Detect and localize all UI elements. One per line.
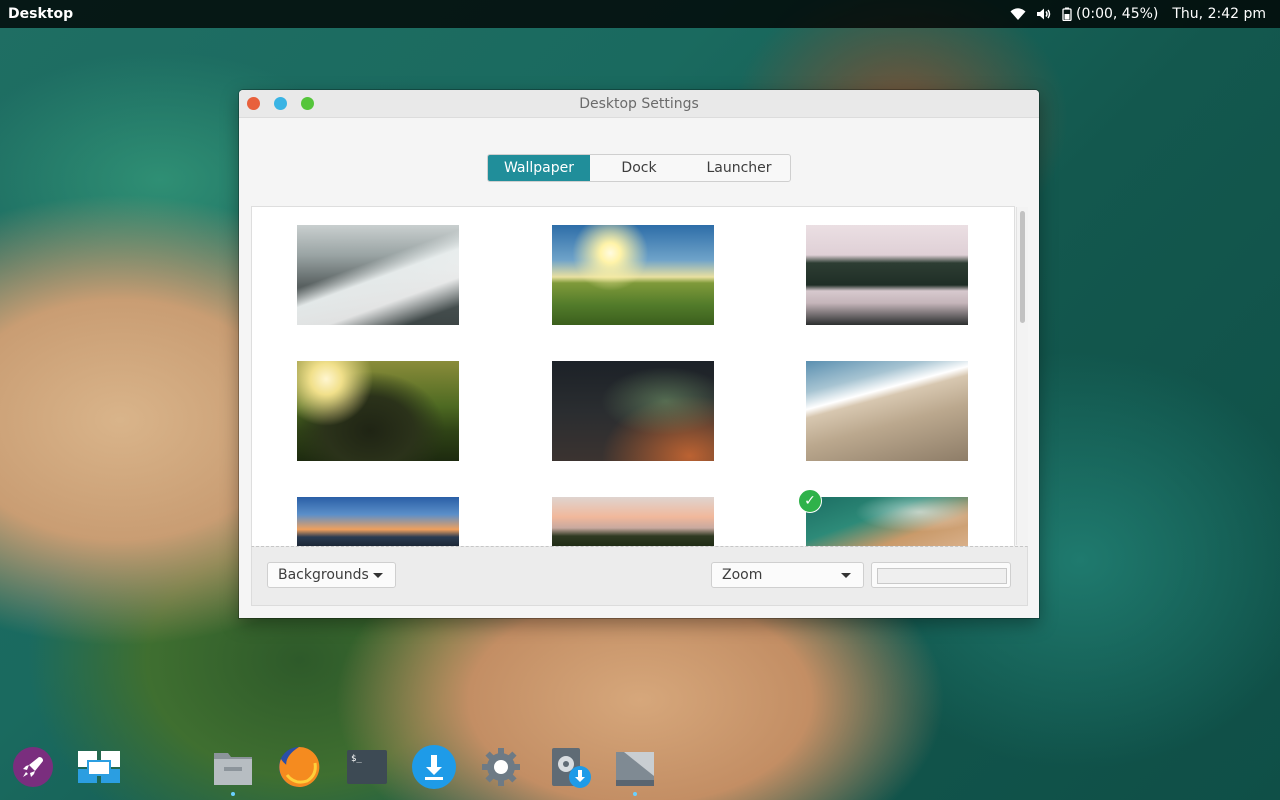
desktop-settings-icon [612, 746, 658, 788]
system-indicators: (0:00, 45%) Thu, 2:42 pm [1010, 6, 1280, 22]
wallpaper-thumbnail-rock-sunlight[interactable] [297, 361, 459, 461]
desktop-label[interactable]: Desktop [0, 6, 73, 22]
downloader-icon [411, 744, 457, 790]
selected-check-icon: ✓ [798, 489, 822, 513]
dock-downloader[interactable] [411, 744, 457, 790]
svg-text:$_: $_ [351, 754, 362, 764]
wallpaper-thumbnail-forest-lake[interactable] [806, 225, 968, 325]
close-button[interactable] [247, 97, 260, 110]
launcher-icon [12, 746, 54, 788]
running-indicator [231, 792, 235, 796]
window-title: Desktop Settings [579, 95, 699, 112]
clock[interactable]: Thu, 2:42 pm [1172, 6, 1266, 22]
wallpaper-thumbnail-windmill[interactable] [552, 225, 714, 325]
wallpaper-gallery [251, 206, 1015, 547]
dock-firefox[interactable] [276, 744, 322, 790]
gallery-scrollbar[interactable] [1016, 207, 1028, 545]
scrollbar-thumb[interactable] [1020, 211, 1025, 323]
dock-settings[interactable] [478, 744, 524, 790]
firefox-icon [277, 745, 321, 789]
chevron-down-icon [841, 572, 851, 578]
tab-launcher[interactable]: Launcher [688, 155, 790, 181]
wallpaper-thumbnail-beach-footprints[interactable] [806, 361, 968, 461]
dock-files[interactable] [210, 744, 256, 796]
zoom-dropdown[interactable]: Zoom [711, 562, 864, 588]
backgrounds-dropdown[interactable]: Backgrounds [267, 562, 396, 588]
settings-icon [479, 745, 523, 789]
window-controls [247, 97, 314, 110]
backgrounds-label: Backgrounds [278, 567, 369, 583]
dock-software-center[interactable] [546, 744, 592, 790]
terminal-icon: $_ [346, 748, 388, 786]
color-picker-button[interactable] [871, 562, 1011, 588]
tab-wallpaper[interactable]: Wallpaper [488, 155, 590, 181]
top-panel: Desktop (0:00, 45%) Thu, 2:42 pm [0, 0, 1280, 28]
battery-indicator[interactable]: (0:00, 45%) [1062, 6, 1158, 22]
wallpaper-thumbnail-lake-sunset[interactable] [297, 497, 459, 547]
dock-launcher[interactable] [10, 744, 56, 790]
maximize-button[interactable] [301, 97, 314, 110]
wallpaper-thumbnail-palm-sunset[interactable] [552, 497, 714, 547]
desktop-settings-window: Desktop Settings Wallpaper Dock Launcher… [239, 90, 1039, 618]
volume-icon[interactable] [1036, 7, 1052, 21]
battery-icon [1062, 7, 1072, 21]
files-icon [211, 747, 255, 787]
running-indicator [633, 792, 637, 796]
multitasking-icon [76, 747, 122, 787]
dock-multitasking[interactable] [76, 744, 122, 790]
dock-desktop-settings[interactable] [612, 744, 658, 796]
zoom-label: Zoom [722, 567, 763, 583]
battery-text: (0:00, 45%) [1075, 6, 1159, 22]
wifi-icon[interactable] [1010, 7, 1026, 21]
dock-terminal[interactable]: $_ [344, 744, 390, 790]
titlebar[interactable]: Desktop Settings [239, 90, 1039, 118]
software-center-icon [546, 744, 592, 790]
wallpaper-thumbnail-waterfall[interactable] [297, 225, 459, 325]
wallpaper-thumbnail-night-sky[interactable] [552, 361, 714, 461]
minimize-button[interactable] [274, 97, 287, 110]
wallpaper-toolbar: Backgrounds Zoom [251, 546, 1028, 606]
color-swatch [877, 568, 1007, 584]
wallpaper-thumbnail-aerial-coast[interactable] [806, 497, 968, 547]
settings-tabs: Wallpaper Dock Launcher [487, 154, 791, 182]
tab-dock[interactable]: Dock [590, 155, 688, 181]
chevron-down-icon [373, 572, 383, 578]
